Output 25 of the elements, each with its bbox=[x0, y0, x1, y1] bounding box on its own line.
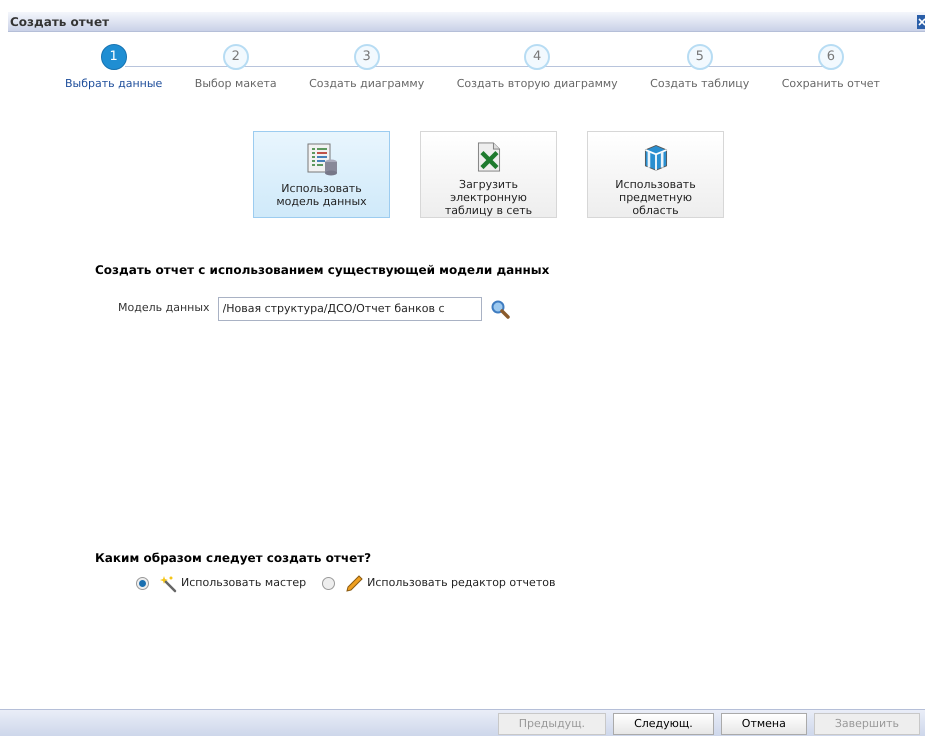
wizard-button[interactable]: Следующ. bbox=[613, 713, 714, 735]
source-tile[interactable]: Использовать предметную область bbox=[587, 130, 724, 218]
data-model-field[interactable]: /Новая структура/ДСО/Отчет банков с bbox=[218, 296, 482, 320]
question-heading: Каким образом следует создать отчет? bbox=[95, 550, 372, 566]
close-icon[interactable] bbox=[917, 14, 925, 28]
pencil-icon bbox=[345, 574, 364, 592]
section-heading: Создать отчет с использованием существующей модели данных bbox=[95, 262, 550, 278]
step-label: Выбор макета bbox=[194, 76, 277, 92]
search-icon[interactable] bbox=[490, 298, 510, 318]
option-label: Использовать редактор отчетов bbox=[367, 575, 556, 592]
step-label: Создать диаграмму bbox=[309, 76, 424, 92]
radio-button[interactable] bbox=[322, 577, 336, 590]
wizard-button[interactable]: Отмена bbox=[720, 713, 807, 735]
step-label: Сохранить отчет bbox=[782, 76, 880, 92]
radio-button[interactable] bbox=[136, 577, 149, 590]
step-label: Выбрать данные bbox=[65, 76, 162, 92]
window-title: Создать отчет bbox=[9, 14, 110, 30]
field-label: Модель данных bbox=[118, 300, 210, 316]
step-label: Создать таблицу bbox=[650, 76, 750, 92]
source-tile[interactable]: Загрузить электронную таблицу в сеть bbox=[420, 130, 557, 218]
data-model-icon bbox=[304, 142, 338, 176]
source-tile[interactable]: Использовать модель данных bbox=[253, 130, 390, 218]
option-label: Использовать мастер bbox=[181, 575, 306, 592]
magic-wand-icon bbox=[159, 574, 177, 592]
step-label: Создать вторую диаграмму bbox=[456, 76, 618, 92]
